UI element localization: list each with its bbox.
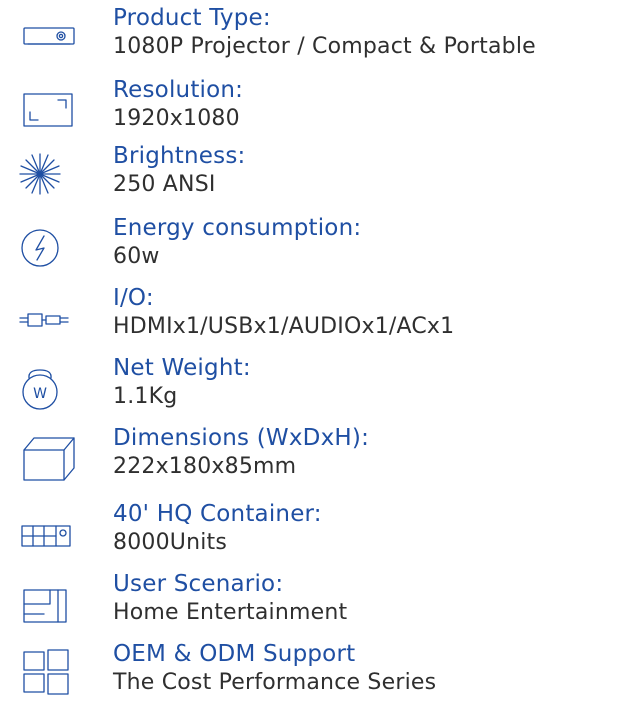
screen-corners-icon	[20, 84, 76, 132]
spec-value: 1080P Projector / Compact & Portable	[113, 34, 536, 59]
spec-row-dimensions: Dimensions (WxDxH): 222x180x85mm	[0, 424, 621, 488]
spec-label: Product Type:	[113, 5, 271, 31]
spec-value: 8000Units	[113, 530, 228, 555]
spec-label: OEM & ODM Support	[113, 641, 356, 667]
spec-row-container: 40' HQ Container: 8000Units	[0, 500, 621, 564]
spec-row-resolution: Resolution: 1920x1080	[0, 76, 621, 140]
spec-value: 60w	[113, 244, 160, 269]
spec-label: Net Weight:	[113, 355, 251, 381]
container-icon	[20, 508, 76, 556]
spec-list: Product Type: 1080P Projector / Compact …	[0, 0, 621, 699]
spec-label: Brightness:	[113, 143, 246, 169]
spec-label: User Scenario:	[113, 571, 284, 597]
spec-value: 222x180x85mm	[113, 454, 297, 479]
spec-row-net-weight: W Net Weight: 1.1Kg	[0, 354, 621, 418]
spec-value: 1920x1080	[113, 106, 240, 131]
spec-label: I/O:	[113, 285, 154, 311]
spec-label: Energy consumption:	[113, 215, 362, 241]
projector-icon	[20, 12, 76, 60]
spec-row-brightness: Brightness: 250 ANSI	[0, 142, 621, 206]
spec-value: The Cost Performance Series	[113, 670, 437, 695]
spec-value: 1.1Kg	[113, 384, 178, 409]
connector-icon	[19, 292, 76, 340]
box-icon	[20, 432, 76, 481]
spec-row-user-scenario: User Scenario: Home Entertainment	[0, 570, 621, 634]
spec-label: Resolution:	[113, 77, 244, 103]
starburst-icon	[19, 150, 76, 198]
spec-row-product-type: Product Type: 1080P Projector / Compact …	[0, 4, 621, 68]
room-layout-icon	[20, 578, 76, 626]
lightning-icon	[20, 222, 76, 270]
spec-row-energy: Energy consumption: 60w	[0, 214, 621, 278]
spec-row-io: I/O: HDMIx1/USBx1/AUDIOx1/ACx1	[0, 284, 621, 348]
svg-text:W: W	[33, 386, 47, 402]
weight-icon: W	[20, 362, 76, 410]
spec-label: Dimensions (WxDxH):	[113, 425, 370, 451]
spec-value: Home Entertainment	[113, 600, 348, 625]
windows-grid-icon	[20, 648, 76, 696]
spec-value: 250 ANSI	[113, 172, 216, 197]
spec-row-oem-odm: OEM & ODM Support The Cost Performance S…	[0, 640, 621, 704]
spec-value: HDMIx1/USBx1/AUDIOx1/ACx1	[113, 314, 455, 339]
spec-label: 40' HQ Container:	[113, 501, 322, 527]
